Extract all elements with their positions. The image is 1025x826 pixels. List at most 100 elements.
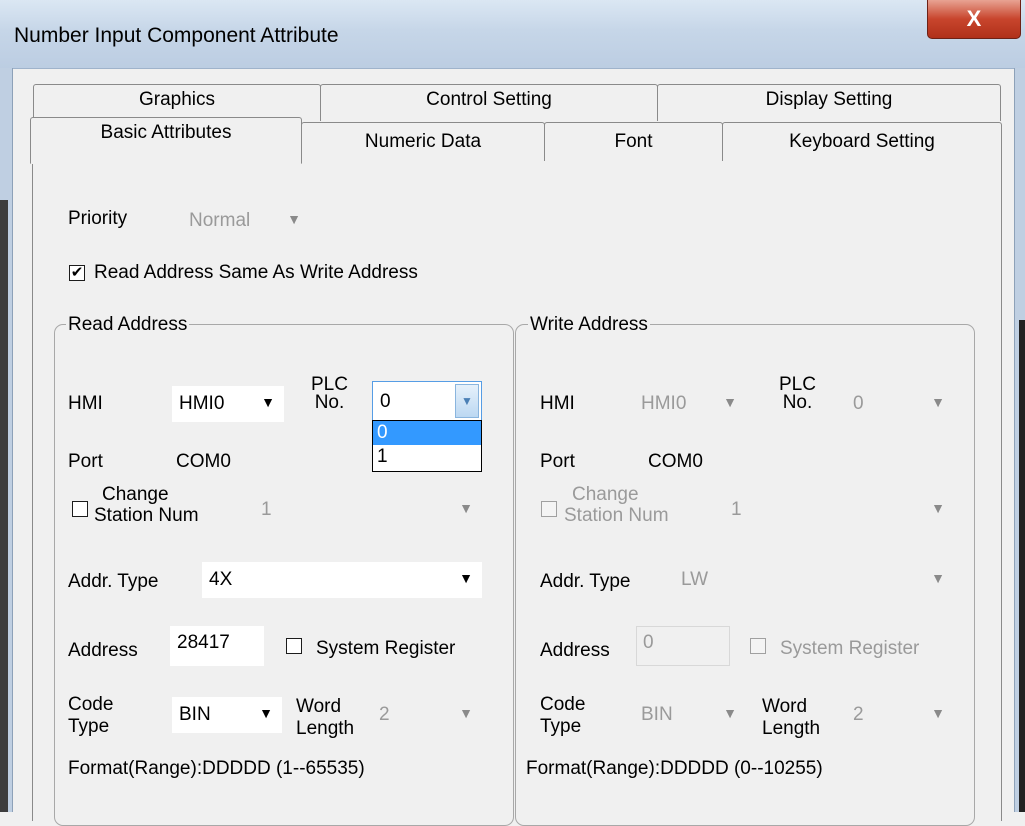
read-hmi-label: HMI (68, 393, 103, 414)
close-button[interactable]: X (927, 0, 1021, 39)
tab-basic-attributes[interactable]: Basic Attributes (30, 117, 302, 164)
chevron-down-icon: ▼ (459, 570, 473, 586)
label-line: Change (102, 484, 169, 505)
read-code-type-label: Code Type (68, 694, 113, 738)
read-addr-type-value: 4X (209, 569, 233, 590)
tab-keyboard-setting[interactable]: Keyboard Setting (722, 122, 1002, 161)
chevron-down-icon: ▼ (931, 500, 945, 516)
read-code-type-value: BIN (179, 704, 211, 725)
chevron-down-icon: ▼ (723, 394, 737, 410)
read-port-value: COM0 (176, 451, 231, 472)
chevron-down-icon: ▼ (723, 705, 737, 721)
tab-display-setting[interactable]: Display Setting (657, 84, 1001, 121)
read-hmi-select[interactable]: HMI0 ▼ (172, 386, 284, 422)
priority-value: Normal (189, 210, 251, 231)
read-hmi-value: HMI0 (179, 393, 225, 414)
read-address-label: Address (68, 640, 138, 661)
read-word-length-select[interactable]: 2 ▼ (372, 697, 482, 733)
check-icon: ✔ (70, 264, 84, 281)
read-plc-value: 0 (380, 391, 391, 412)
priority-label: Priority (68, 208, 128, 229)
tab-label: Display Setting (765, 89, 893, 110)
write-address-input[interactable]: 0 (636, 626, 730, 666)
chevron-down-icon: ▼ (459, 705, 473, 721)
write-port-value: COM0 (648, 451, 703, 472)
write-address-label: Address (540, 640, 610, 661)
read-address-legend: Read Address (66, 314, 190, 336)
write-addr-type-value: LW (681, 569, 709, 590)
write-hmi-label: HMI (540, 393, 575, 414)
label-line: Station Num (564, 505, 669, 526)
label-line: Code (540, 694, 586, 715)
write-plc-value: 0 (853, 393, 864, 414)
read-port-label: Port (68, 451, 103, 472)
chevron-down-icon: ▼ (261, 394, 275, 410)
tab-numeric-data[interactable]: Numeric Data (301, 122, 545, 161)
write-station-value: 1 (731, 499, 742, 520)
write-word-length-label: Word Length (762, 696, 820, 740)
read-plc-dropdown-list: 0 1 (372, 420, 482, 472)
write-code-type-select[interactable]: BIN ▼ (634, 697, 746, 733)
write-hmi-select[interactable]: HMI0 ▼ (634, 386, 746, 422)
write-port-label: Port (540, 451, 575, 472)
priority-select[interactable]: Normal ▼ (182, 203, 310, 239)
tab-control-setting[interactable]: Control Setting (320, 84, 658, 121)
tab-graphics[interactable]: Graphics (33, 84, 321, 121)
label-line: Type (68, 716, 110, 737)
write-system-register-checkbox[interactable] (750, 638, 766, 654)
chevron-down-icon: ▼ (931, 570, 945, 586)
chevron-down-icon: ▼ (287, 211, 301, 227)
plc-label-line: No. (314, 392, 345, 413)
write-plc-select[interactable]: 0 ▼ (846, 386, 954, 422)
write-hmi-value: HMI0 (641, 393, 687, 414)
read-address-input[interactable]: 28417 (170, 626, 264, 666)
read-addr-type-label: Addr. Type (68, 571, 159, 592)
write-change-station-checkbox[interactable] (541, 501, 557, 517)
chevron-down-icon: ▼ (931, 705, 945, 721)
same-address-label: Read Address Same As Write Address (94, 262, 418, 283)
write-addr-type-label: Addr. Type (540, 571, 631, 592)
tab-label: Keyboard Setting (789, 131, 935, 152)
background-edge (0, 200, 8, 812)
write-code-type-label: Code Type (540, 694, 585, 738)
read-system-register-label: System Register (316, 638, 456, 659)
tab-label: Graphics (138, 89, 216, 110)
dropdown-option-selected[interactable]: 0 (373, 421, 481, 445)
write-addr-type-select[interactable]: LW ▼ (674, 562, 954, 598)
write-address-legend: Write Address (528, 314, 650, 336)
read-code-type-select[interactable]: BIN ▼ (172, 697, 282, 733)
read-word-length-value: 2 (379, 704, 390, 725)
tab-label: Numeric Data (364, 131, 482, 152)
label-line: Change (572, 484, 639, 505)
read-change-station-checkbox[interactable] (72, 501, 88, 517)
read-change-station-label: Change Station Num (94, 484, 199, 526)
tab-font[interactable]: Font (544, 122, 723, 161)
read-system-register-checkbox[interactable] (286, 638, 302, 654)
read-plc-select[interactable]: 0 ▼ (372, 381, 482, 421)
label-line: Length (296, 718, 355, 739)
read-format-range: Format(Range):DDDDD (1--65535) (68, 758, 365, 779)
tab-label: Control Setting (426, 89, 552, 110)
read-plc-label: PLC No. (311, 375, 348, 413)
write-station-select[interactable]: 1 ▼ (724, 492, 954, 528)
write-change-station-label: Change Station Num (564, 484, 669, 526)
label-line: Word (296, 696, 342, 717)
chevron-down-icon: ▼ (459, 500, 473, 516)
dropdown-option[interactable]: 1 (373, 445, 481, 469)
close-icon: X (966, 6, 982, 31)
same-address-checkbox[interactable]: ✔ (69, 265, 85, 281)
window-title: Number Input Component Attribute (14, 24, 339, 47)
write-format-range: Format(Range):DDDDD (0--10255) (526, 758, 823, 779)
read-word-length-label: Word Length (296, 696, 354, 740)
chevron-down-icon[interactable]: ▼ (455, 384, 479, 418)
read-station-value: 1 (261, 499, 272, 520)
label-line: Code (68, 694, 114, 715)
chevron-down-icon: ▼ (931, 394, 945, 410)
read-station-select[interactable]: 1 ▼ (254, 492, 482, 528)
read-address-value: 28417 (177, 632, 230, 653)
write-code-type-value: BIN (641, 704, 673, 725)
write-word-length-select[interactable]: 2 ▼ (846, 697, 954, 733)
read-addr-type-select[interactable]: 4X ▼ (202, 562, 482, 598)
label-line: Station Num (94, 505, 199, 526)
write-address-value: 0 (643, 632, 654, 653)
